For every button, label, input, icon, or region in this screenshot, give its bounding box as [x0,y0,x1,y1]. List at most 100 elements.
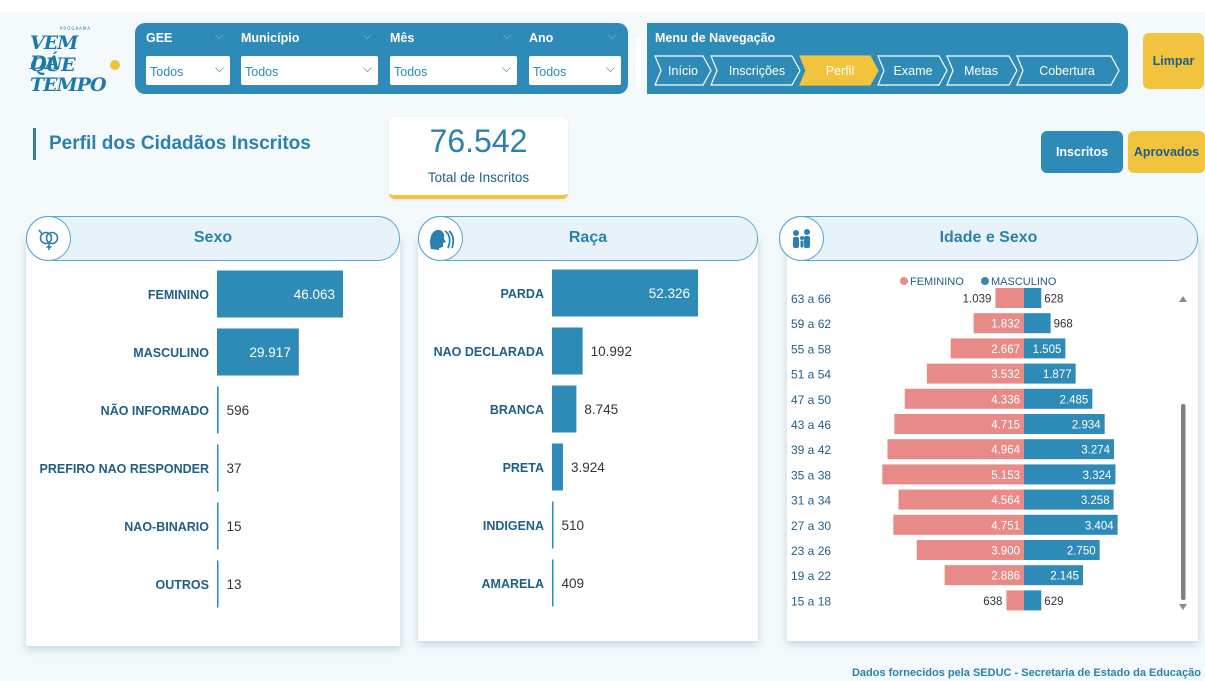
filter-municipio-select[interactable]: Todos ⌵ [241,56,378,85]
bar-male[interactable] [1024,313,1051,334]
data-label-male: 629 [1044,596,1063,608]
sexo-bar-chart: FEMININO 46.063 MASCULINO 29.917 NÃO INFORMA… [40,270,343,608]
nav-item-inicio[interactable]: Início [654,55,712,86]
age-group-label: 55 a 58 [791,342,831,356]
filter-mes-select[interactable]: Todos ⌵ [390,56,517,85]
bar[interactable] [552,443,563,491]
category-label: PRETA [503,461,544,475]
data-label-female: 4.336 [991,394,1020,406]
data-label-female: 638 [983,596,1002,608]
data-label: 596 [227,403,250,418]
filter-ano-label: Ano [529,31,554,45]
data-label-male: 3.404 [1085,520,1114,532]
footer-source: Dados fornecidos pela SEDUC - Secretaria… [851,667,1201,679]
category-label: PREFIRO NAO RESPONDER [40,462,209,476]
filter-gee-select[interactable]: Todos ⌵ [146,56,230,85]
age-group-label: 51 a 54 [791,368,831,382]
bar[interactable] [217,502,219,550]
aprovados-toggle-button[interactable]: Aprovados [1128,131,1205,173]
category-label: NAO DECLARADA [434,345,544,359]
age-group-label: 63 a 66 [791,292,831,306]
age-group-label: 15 a 18 [791,594,831,608]
category-label: NÃO INFORMADO [101,403,210,418]
idade-pyramid-chart: FEMININO MASCULINO 63 a 66 1.039 628 59 a 62 1… [791,276,1187,611]
nav-item-label: Perfil [826,64,854,78]
idade-card-title: Idade e Sexo [939,229,1038,246]
chevron-down-icon: ⌵ [215,29,224,42]
chevron-down-icon: ⌵ [501,61,511,75]
scroll-up-icon[interactable] [1179,296,1187,302]
data-label: 13 [227,577,242,592]
program-logo: PROGRAMA VEM QUE DÁ TEMPO [26,26,126,96]
age-group-label: 35 a 38 [791,468,831,482]
category-label: AMARELA [482,577,545,591]
data-label-female: 5.153 [991,470,1020,482]
nav-item-metas[interactable]: Metas [946,55,1018,86]
inscritos-toggle-button[interactable]: Inscritos [1041,131,1123,173]
kpi-label: Total de Inscritos [427,170,530,185]
raca-card-header: Raça [418,216,758,261]
chevron-down-icon: ⌵ [363,29,372,42]
nav-item-label: Metas [964,64,998,78]
data-label-male: 1.877 [1043,369,1072,381]
legend-label-female: FEMININO [910,276,964,288]
bar[interactable] [552,559,554,607]
data-label-male: 968 [1054,319,1073,331]
data-label: 510 [562,518,585,533]
age-group-label: 43 a 46 [791,418,831,432]
data-label-female: 4.751 [991,520,1020,532]
data-label-male: 3.274 [1081,445,1110,457]
scroll-down-icon[interactable] [1179,604,1187,610]
age-group-label: 47 a 50 [791,393,831,407]
data-label-female: 4.964 [991,445,1020,457]
bar[interactable] [217,444,219,492]
header-bar [0,0,1205,12]
data-label: 15 [227,519,242,534]
filter-mes-value: Todos [394,65,428,79]
bar-male[interactable] [1024,288,1042,308]
idade-card-header: Idade e Sexo [779,216,1198,261]
data-label: 3.924 [571,460,605,475]
data-label: 29.917 [250,345,291,360]
age-group-label: 19 a 22 [791,569,831,583]
bar-female[interactable] [995,288,1024,308]
data-label-male: 2.750 [1067,546,1096,558]
filter-ano-value: Todos [533,65,567,79]
bar[interactable] [552,385,577,433]
nav-item-perfil[interactable]: Perfil [799,55,879,86]
legend-swatch-female [900,277,908,285]
data-label: 409 [562,576,585,591]
bar-male[interactable] [1024,590,1042,611]
legend-swatch-male [981,277,989,285]
nav-item-cobertura[interactable]: Cobertura [1016,55,1120,86]
filter-ano-select[interactable]: Todos ⌵ [529,56,621,85]
age-group-label: 27 a 30 [791,519,831,533]
age-group-label: 39 a 42 [791,443,831,457]
filter-panel: GEE ⌵ Todos ⌵ Município ⌵ Todos ⌵ Mês ⌵ … [135,23,628,94]
bar[interactable] [217,560,219,608]
data-label-female: 1.832 [991,319,1020,331]
age-group-label: 31 a 34 [791,494,831,508]
data-label-female: 4.564 [991,495,1020,507]
bar-female[interactable] [1006,590,1024,611]
nav-item-inscricoes[interactable]: Inscrições [710,55,801,86]
category-label: MASCULINO [133,346,209,360]
nav-item-label: Exame [894,64,933,78]
bar[interactable] [552,327,583,375]
data-label: 8.745 [584,402,618,417]
chevron-down-icon: ⌵ [503,29,512,42]
logo-dot [110,60,120,70]
clear-filters-button[interactable]: Limpar [1143,33,1204,89]
logo-small-text: PROGRAMA [60,26,91,31]
nav-chevrons: Início Inscrições Perfil Exame Metas Cob… [654,55,1120,86]
page-title: Perfil dos Cidadãos Inscritos [33,128,311,160]
kpi-card-total: 76.542 Total de Inscritos [389,117,568,199]
logo-line-2: DÁ TEMPO [30,52,107,96]
data-label-male: 628 [1044,294,1063,306]
nav-item-exame[interactable]: Exame [877,55,948,86]
bar[interactable] [552,501,554,549]
scrollbar-thumb[interactable] [1181,404,1186,600]
data-label: 46.063 [294,287,335,302]
sexo-card-header: Sexo [26,216,400,261]
bar[interactable] [217,386,219,434]
